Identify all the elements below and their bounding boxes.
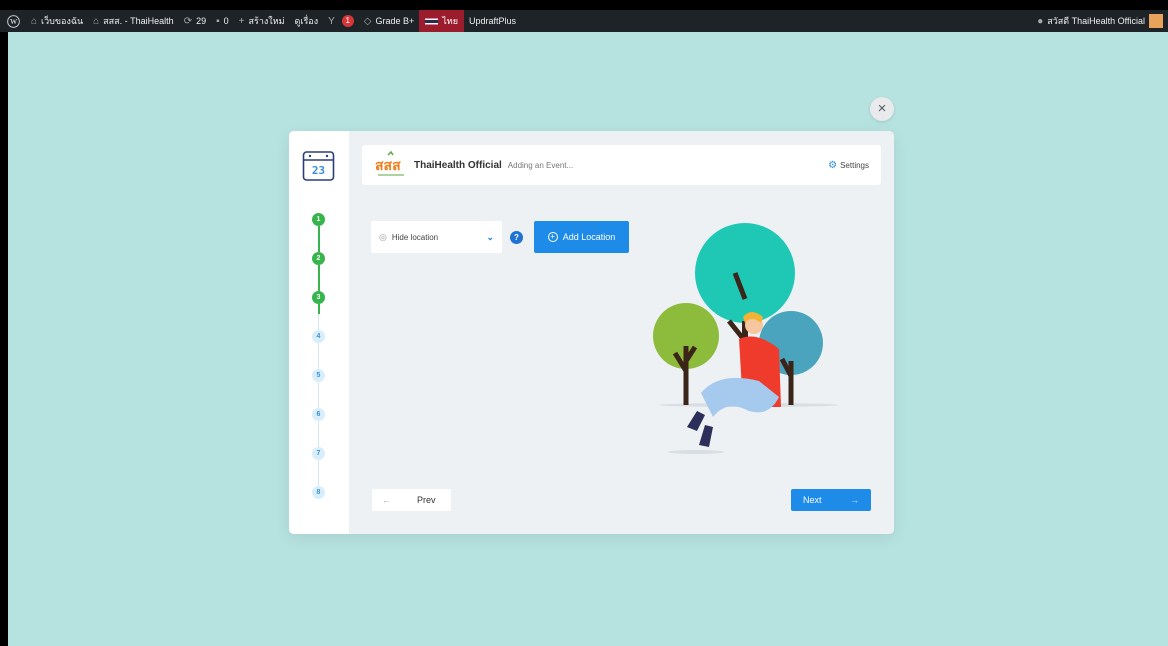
avatar [1149, 14, 1163, 28]
svg-text:สสส: สสส [375, 158, 401, 174]
step-3[interactable]: 3 [312, 291, 325, 304]
add-circle-icon: + [547, 232, 558, 242]
pin-icon: ◎ [379, 231, 387, 242]
gear-icon: ⚙ [828, 159, 838, 171]
location-select[interactable]: ◎ Hide location ⌄ [371, 221, 502, 253]
help-icon[interactable]: ? [510, 231, 523, 244]
home-icon: ⌂ [93, 15, 100, 27]
wizard-main: สสส ThaiHealth Official Adding an Event.… [349, 131, 894, 534]
step-connector [318, 460, 319, 486]
arrow-right-icon: → [850, 495, 859, 505]
yoast-menu[interactable]: Y 1 [323, 10, 359, 32]
my-sites-label: เว็บของฉัน [41, 16, 84, 26]
user-icon: ● [1037, 15, 1044, 27]
step-connector [318, 382, 319, 408]
svg-text:W: W [9, 18, 17, 26]
step-7[interactable]: 7 [312, 447, 325, 460]
chevron-down-icon: ⌄ [486, 231, 494, 242]
step-connector [318, 421, 319, 447]
settings-label: Settings [840, 160, 869, 170]
language-switcher[interactable]: ไทย [419, 10, 464, 32]
sites-icon: ⌂ [31, 15, 38, 27]
location-selected-value: Hide location [391, 232, 439, 242]
step-connector [317, 304, 320, 314]
site-name-menu[interactable]: ⌂ สสส. - ThaiHealth [88, 10, 179, 32]
prev-label: Prev [417, 495, 436, 505]
wordpress-logo-icon[interactable]: W [0, 10, 26, 32]
prev-button[interactable]: ← Prev [372, 489, 451, 511]
user-account-menu[interactable]: ● สวัสดี ThaiHealth Official [1032, 10, 1168, 32]
next-button[interactable]: Next → [791, 489, 871, 511]
site-name-label: สสส. - ThaiHealth [103, 16, 174, 26]
flag-icon [425, 16, 439, 26]
step-connector [317, 226, 320, 252]
updates-menu[interactable]: ⟳ 29 [179, 10, 211, 32]
comment-icon: ▪ [216, 15, 220, 27]
step-connector [318, 343, 319, 369]
shield-icon: ◇ [363, 15, 372, 27]
add-location-button[interactable]: + Add Location [534, 221, 629, 253]
step-connector [317, 265, 320, 291]
updraftplus-label: UpdraftPlus [469, 16, 517, 26]
thaihealth-logo: สสส [375, 151, 404, 176]
close-button[interactable]: × [870, 97, 894, 121]
brand-name: ThaiHealth Official [414, 159, 502, 171]
grade-menu[interactable]: ◇ Grade B+ [359, 10, 419, 32]
language-label: ไทย [442, 16, 458, 26]
svg-text:23: 23 [312, 164, 325, 177]
updraftplus-menu[interactable]: UpdraftPlus [464, 10, 521, 32]
admin-bar: W ⌂ เว็บของฉัน ⌂ สสส. - ThaiHealth ⟳ 29 … [0, 10, 1168, 32]
step-connector [318, 314, 319, 330]
arrow-left-icon: ← [382, 495, 391, 505]
step-2[interactable]: 2 [312, 252, 325, 265]
comments-menu[interactable]: ▪ 0 [211, 10, 234, 32]
close-icon: × [877, 100, 887, 117]
step-8[interactable]: 8 [312, 486, 325, 499]
view-label: ดูเรื่อง [294, 16, 319, 26]
comments-count: 0 [223, 16, 229, 26]
calendar-icon: 23 [302, 151, 335, 181]
grade-label: Grade B+ [375, 16, 415, 26]
step-6[interactable]: 6 [312, 408, 325, 421]
settings-button[interactable]: ⚙ Settings [828, 160, 869, 171]
refresh-icon: ⟳ [183, 15, 193, 27]
wizard-header: สสส ThaiHealth Official Adding an Event.… [362, 145, 881, 185]
step-5[interactable]: 5 [312, 369, 325, 382]
step-4[interactable]: 4 [312, 330, 325, 343]
next-label: Next [803, 495, 822, 505]
step-1[interactable]: 1 [312, 213, 325, 226]
new-content-menu[interactable]: + สร้างใหม่ [234, 10, 290, 32]
wizard-steps-sidebar: 23 12345678 [289, 131, 349, 534]
plus-icon: + [238, 15, 245, 27]
wizard-subtitle: Adding an Event... [507, 160, 574, 170]
yoast-badge: 1 [341, 15, 354, 27]
my-sites-menu[interactable]: ⌂ เว็บของฉัน [26, 10, 88, 32]
view-menu[interactable]: ดูเรื่อง [290, 10, 324, 32]
event-wizard-modal: 23 12345678 สสส ThaiHealth Official Addi… [289, 131, 894, 534]
new-label: สร้างใหม่ [248, 16, 285, 26]
person-under-trees-illustration [653, 223, 839, 454]
add-location-label: Add Location [562, 232, 616, 242]
updates-count: 29 [196, 16, 207, 26]
yoast-icon: Y [328, 15, 335, 27]
user-greeting: สวัสดี ThaiHealth Official [1047, 16, 1145, 26]
